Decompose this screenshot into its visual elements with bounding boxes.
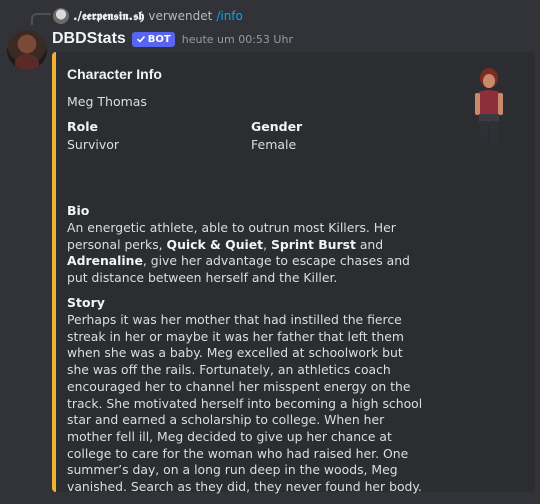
bio-separator: and xyxy=(355,236,384,252)
embed-title: Character Info xyxy=(67,66,162,82)
field-gender-name: Gender xyxy=(251,119,303,134)
bot-badge: BOT xyxy=(131,31,175,47)
field-role: Role Survivor xyxy=(67,118,119,154)
character-embed: Character Info Meg Thomas Role Survivor … xyxy=(52,52,535,494)
field-gender-value: Female xyxy=(251,137,297,152)
perk-sprint-burst: Sprint Burst xyxy=(271,236,356,252)
field-gender: Gender Female xyxy=(251,118,302,154)
bio-separator: , xyxy=(263,236,271,252)
message-header: DBDStats BOT heute um 00:53 Uhr xyxy=(52,29,293,49)
perk-quick-quiet: Quick & Quiet xyxy=(166,236,264,252)
reply-avatar[interactable] xyxy=(53,8,69,24)
reply-command[interactable]: /info xyxy=(216,9,243,23)
bio-title: Bio xyxy=(67,203,90,218)
message-timestamp: heute um 00:53 Uhr xyxy=(181,32,293,46)
bot-username[interactable]: DBDStats xyxy=(52,30,126,48)
checkmark-icon xyxy=(136,35,145,43)
perk-adrenaline: Adrenaline xyxy=(67,253,143,269)
character-portrait-image xyxy=(475,68,503,143)
story-text: Perhaps it was her mother that had insti… xyxy=(67,312,423,495)
character-thumbnail[interactable] xyxy=(455,64,523,144)
bot-badge-label: BOT xyxy=(147,33,171,45)
reply-used-text: verwendet xyxy=(148,9,213,23)
bio-text: An energetic athlete, able to outrun mos… xyxy=(67,220,427,287)
reply-username[interactable]: ./𝖊𝖊𝖗𝖕𝖊𝖓𝖘𝖎𝖓.𝖘𝖍 xyxy=(73,9,144,24)
story-title: Story xyxy=(67,295,105,310)
field-role-name: Role xyxy=(67,119,98,134)
reply-reference[interactable]: ./𝖊𝖊𝖗𝖕𝖊𝖓𝖘𝖎𝖓.𝖘𝖍 verwendet /info xyxy=(33,6,243,26)
embed-description: Meg Thomas xyxy=(67,94,147,109)
bot-avatar[interactable] xyxy=(7,30,47,70)
field-role-value: Survivor xyxy=(67,137,120,152)
